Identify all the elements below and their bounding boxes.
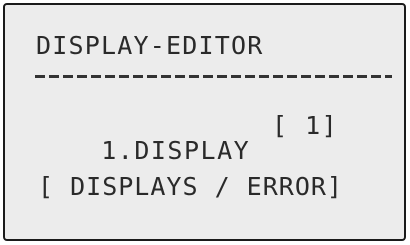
display-setting-value[interactable]: [ 1] [272,113,338,138]
display-setting-label: 1.DISPLAY [101,136,251,165]
title-divider [35,75,392,78]
screen-title: DISPLAY-EDITOR [36,31,264,60]
lcd-screen: DISPLAY-EDITOR 1.DISPLAY [ 1] [ DISPLAYS… [3,3,406,241]
display-options[interactable]: [ DISPLAYS / ERROR] [38,174,343,199]
